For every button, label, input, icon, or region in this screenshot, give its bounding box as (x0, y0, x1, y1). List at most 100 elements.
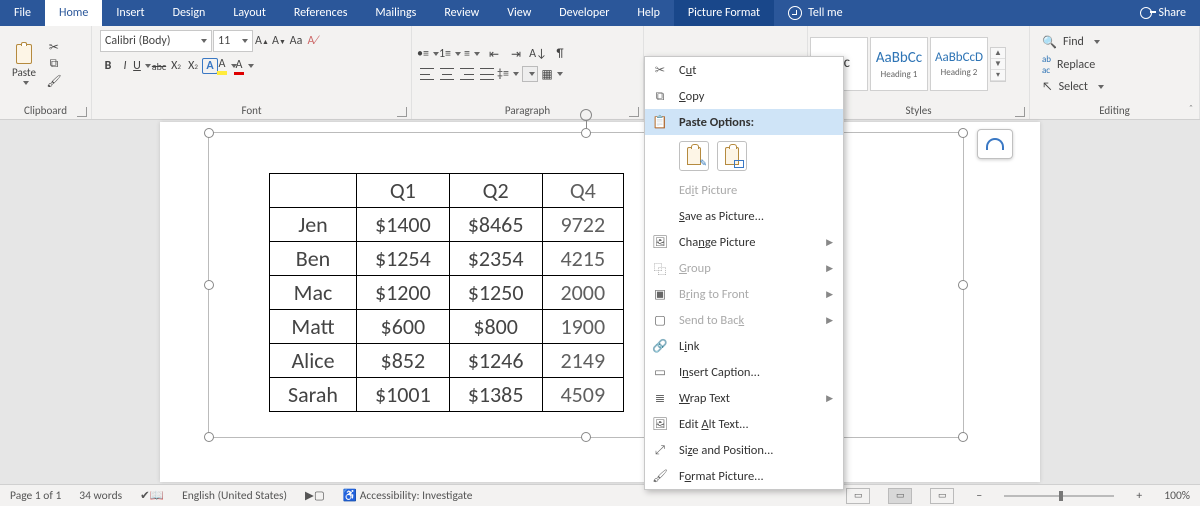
line-spacing-icon[interactable]: ‡≡ (500, 66, 516, 82)
ctx-size-and-position[interactable]: ⤢Size and Position... (645, 437, 843, 463)
sort-icon[interactable]: A↓ (530, 46, 546, 62)
embedded-table-image: Q1 Q2 Q4 Jen$1400$84659722 Ben$1254$2354… (269, 173, 624, 412)
link-icon: 🔗 (651, 337, 669, 355)
tab-picture-format[interactable]: Picture Format (674, 0, 774, 26)
tab-design[interactable]: Design (159, 0, 220, 26)
paste-keep-formatting-button[interactable]: ✎ (679, 141, 709, 171)
font-color-icon[interactable]: A (236, 58, 252, 74)
tab-insert[interactable]: Insert (102, 0, 158, 26)
tab-file[interactable]: File (0, 0, 45, 26)
change-case-icon[interactable]: Aa (288, 33, 304, 49)
zoom-slider[interactable] (1004, 495, 1114, 497)
find-button[interactable]: 🔍Find (1038, 34, 1108, 51)
resize-handle-s[interactable] (581, 432, 591, 442)
cursor-icon: ↖ (1042, 80, 1053, 94)
ctx-insert-caption[interactable]: ▭Insert Caption... (645, 359, 843, 385)
bullets-icon[interactable]: •≡ (420, 46, 436, 62)
tell-me-search[interactable]: Tell me (774, 6, 857, 20)
borders-icon[interactable]: ▦ (544, 66, 560, 82)
status-language[interactable]: English (United States) (182, 489, 287, 503)
dialog-launcher-icon[interactable] (77, 107, 87, 117)
show-marks-icon[interactable]: ¶ (552, 46, 568, 62)
bold-button[interactable]: B (100, 58, 116, 74)
ctx-cut[interactable]: ✂Cut (645, 57, 843, 83)
multilevel-list-icon[interactable]: ≡ (464, 46, 480, 62)
dialog-launcher-icon[interactable] (1015, 107, 1025, 117)
ctx-save-as-picture[interactable]: Save as Picture... (645, 203, 843, 229)
zoom-level[interactable]: 100% (1164, 489, 1190, 503)
layout-options-button[interactable] (977, 129, 1013, 159)
cut-icon[interactable]: ✂ (46, 39, 62, 55)
ctx-link[interactable]: 🔗Link (645, 333, 843, 359)
status-accessibility[interactable]: ♿ Accessibility: Investigate (343, 488, 473, 503)
spellcheck-icon[interactable]: ✔📖 (140, 488, 164, 503)
increase-indent-icon[interactable]: ⇥ (508, 46, 524, 62)
shading-icon[interactable] (522, 66, 538, 82)
view-print-layout[interactable]: ▭ (888, 488, 912, 504)
collapse-ribbon-icon[interactable]: ˆ (1189, 102, 1193, 115)
resize-handle-w[interactable] (204, 280, 214, 290)
replace-button[interactable]: abacReplace (1038, 53, 1108, 77)
resize-handle-sw[interactable] (204, 432, 214, 442)
ctx-wrap-text[interactable]: ≣Wrap Text▶ (645, 385, 843, 411)
tab-developer[interactable]: Developer (545, 0, 623, 26)
context-menu: ✂Cut ⧉Copy 📋Paste Options: ✎ Edit Pictur… (644, 56, 844, 490)
resize-handle-n[interactable] (581, 128, 591, 138)
font-name-combo[interactable]: Calibri (Body) (100, 30, 212, 52)
status-page[interactable]: Page 1 of 1 (10, 489, 61, 503)
resize-handle-se[interactable] (958, 432, 968, 442)
strikethrough-button[interactable]: abc (151, 58, 167, 74)
zoom-out-button[interactable]: − (972, 489, 986, 503)
tab-review[interactable]: Review (430, 0, 493, 26)
tab-mailings[interactable]: Mailings (361, 0, 430, 26)
tab-references[interactable]: References (280, 0, 362, 26)
styles-gallery-scroll[interactable]: ▲▼▾ (990, 47, 1006, 82)
replace-icon: abac (1042, 54, 1051, 76)
tab-view[interactable]: View (493, 0, 545, 26)
clear-formatting-icon[interactable]: A⁄ (305, 33, 321, 49)
ctx-format-picture[interactable]: 🖌Format Picture... (645, 463, 843, 489)
style-tile-heading1[interactable]: AaBbCcHeading 1 (870, 37, 928, 91)
copy-icon[interactable]: ⧉ (46, 56, 62, 72)
zoom-in-button[interactable]: + (1132, 489, 1146, 503)
style-tile-heading2[interactable]: AaBbCcDHeading 2 (930, 37, 988, 91)
paste-button[interactable]: Paste (8, 44, 40, 85)
zoom-thumb[interactable] (1059, 491, 1063, 501)
ctx-edit-alt-text[interactable]: 🖼Edit Alt Text... (645, 411, 843, 437)
ctx-copy[interactable]: ⧉Copy (645, 83, 843, 109)
italic-button[interactable]: I (117, 58, 133, 74)
share-button[interactable]: Share (1126, 6, 1200, 20)
ctx-change-picture[interactable]: 🖼Change Picture▶ (645, 229, 843, 255)
align-right-icon[interactable] (460, 68, 474, 80)
superscript-button[interactable]: X2 (185, 58, 201, 74)
underline-button[interactable]: U (134, 58, 150, 74)
format-painter-icon[interactable]: 🖌 (46, 73, 62, 89)
select-button[interactable]: ↖Select (1038, 79, 1108, 95)
tab-home[interactable]: Home (45, 0, 102, 26)
table-cell: $1400 (356, 208, 449, 242)
font-size-combo[interactable]: 11 (213, 30, 253, 52)
tab-layout[interactable]: Layout (219, 0, 280, 26)
picture-selection-frame[interactable]: Q1 Q2 Q4 Jen$1400$84659722 Ben$1254$2354… (208, 132, 964, 438)
numbering-icon[interactable]: 1≡ (442, 46, 458, 62)
resize-handle-e[interactable] (958, 280, 968, 290)
justify-icon[interactable] (480, 68, 494, 80)
dialog-launcher-icon[interactable] (397, 107, 407, 117)
align-left-icon[interactable] (420, 68, 434, 80)
view-web-layout[interactable]: ▭ (930, 488, 954, 504)
grow-font-icon[interactable]: A▲ (254, 33, 270, 49)
rotate-handle[interactable] (580, 109, 592, 121)
align-center-icon[interactable] (440, 68, 454, 80)
resize-handle-nw[interactable] (204, 128, 214, 138)
status-word-count[interactable]: 34 words (79, 489, 122, 503)
decrease-indent-icon[interactable]: ⇤ (486, 46, 502, 62)
shrink-font-icon[interactable]: A▼ (271, 33, 287, 49)
paste-picture-button[interactable] (717, 141, 747, 171)
subscript-button[interactable]: X2 (168, 58, 184, 74)
document-page[interactable]: Q1 Q2 Q4 Jen$1400$84659722 Ben$1254$2354… (160, 122, 1040, 482)
dialog-launcher-icon[interactable] (629, 107, 639, 117)
resize-handle-ne[interactable] (958, 128, 968, 138)
macro-icon[interactable]: ▶▢ (305, 488, 325, 503)
tab-help[interactable]: Help (623, 0, 674, 26)
view-read-mode[interactable]: ▭ (846, 488, 870, 504)
